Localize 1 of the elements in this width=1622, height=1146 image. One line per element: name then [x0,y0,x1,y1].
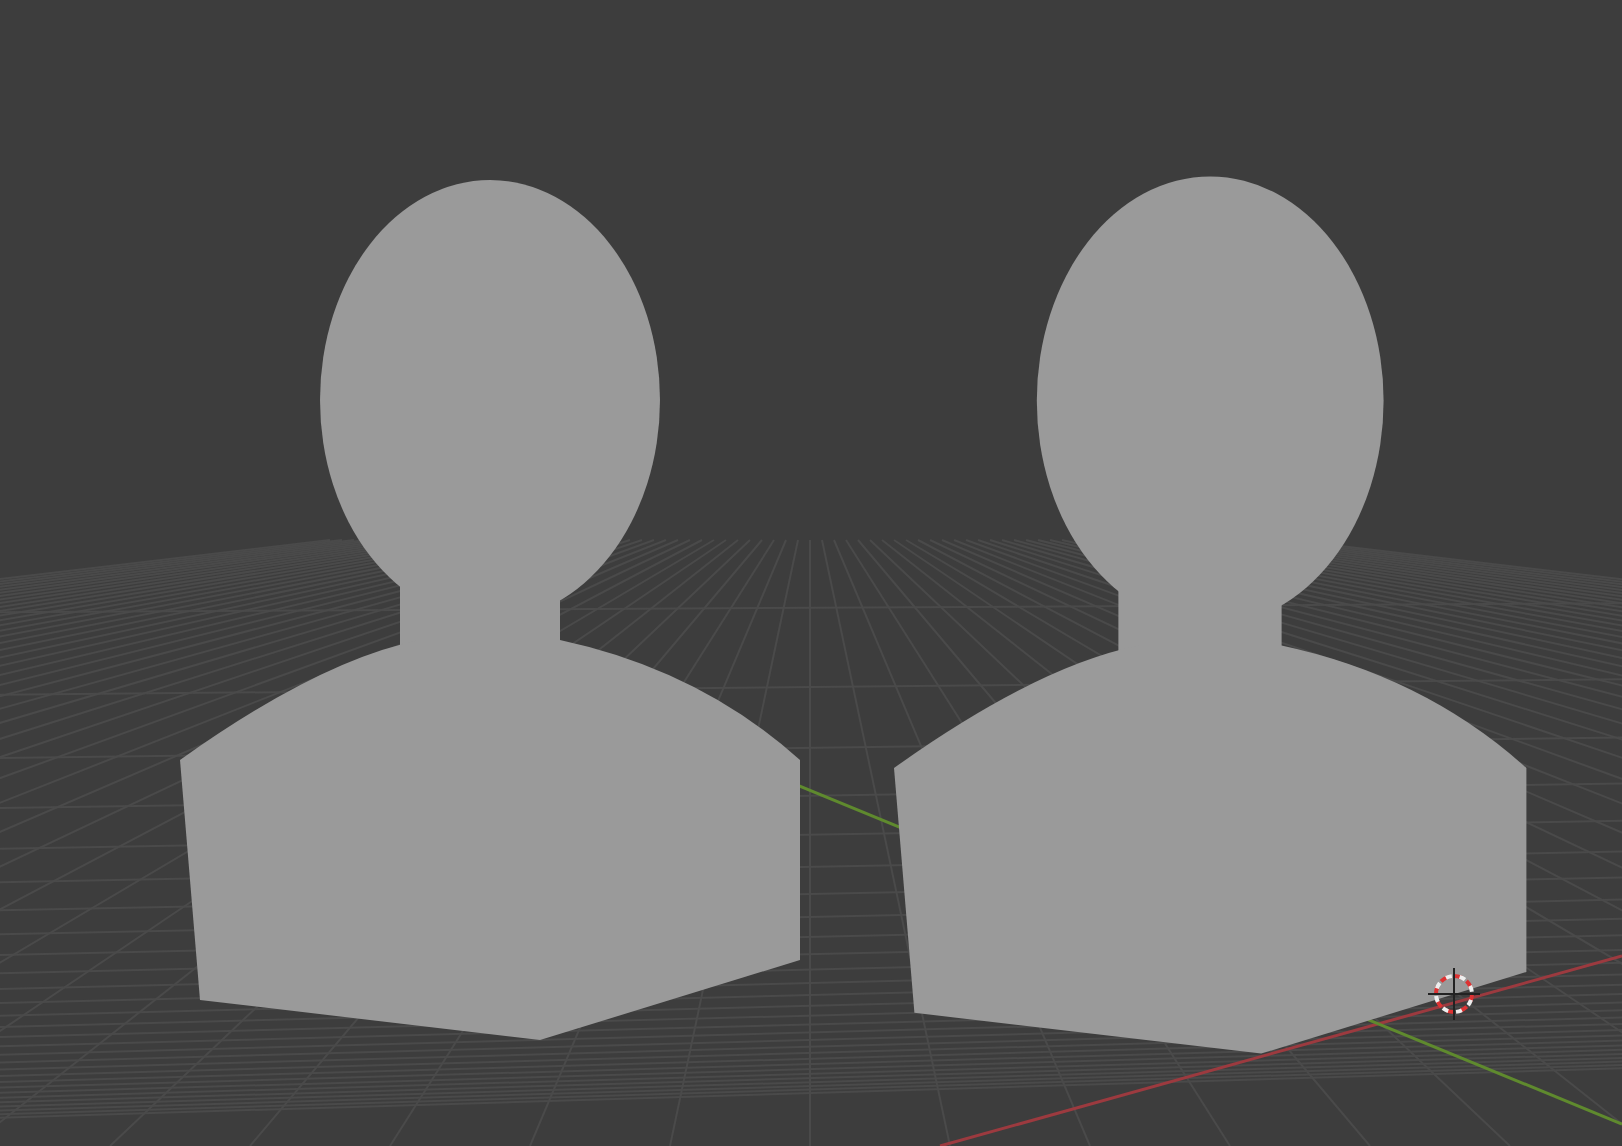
3d-cursor-icon [1427,967,1481,1021]
